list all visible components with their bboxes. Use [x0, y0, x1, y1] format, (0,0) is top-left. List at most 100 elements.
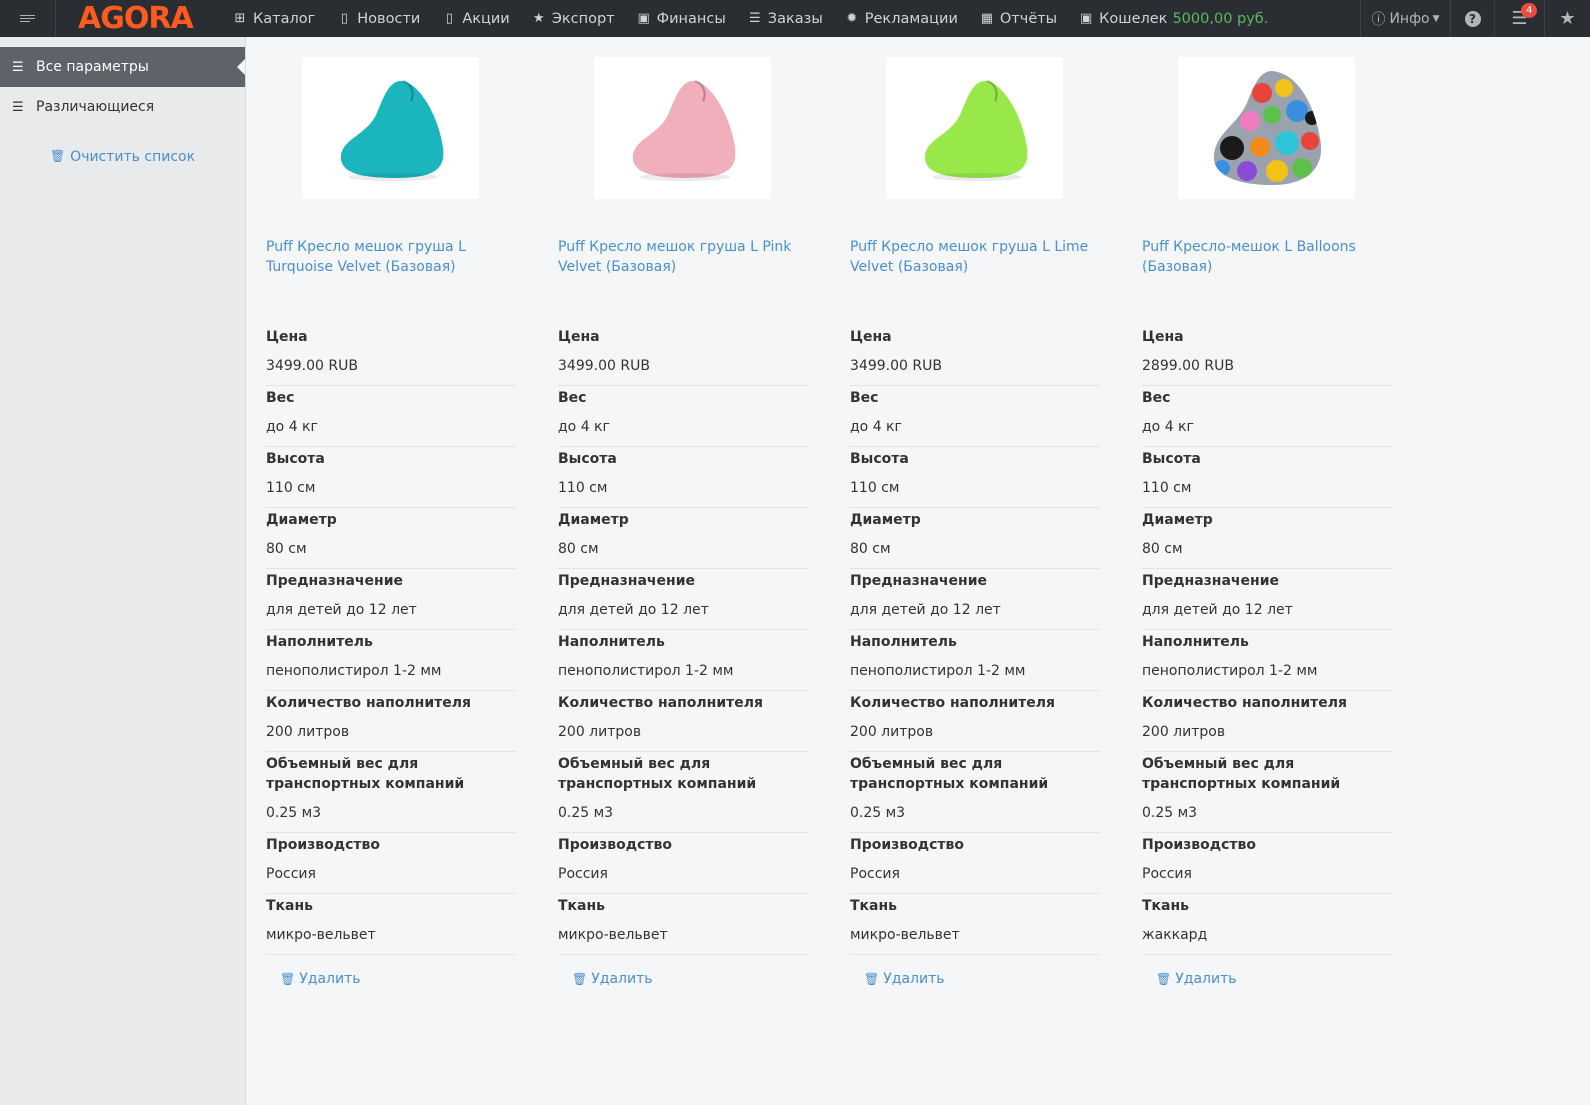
- param-value: 0.25 м3: [558, 805, 614, 821]
- delete-button[interactable]: 🗑 Удалить: [1142, 971, 1392, 987]
- nav-item-label: Новости: [357, 10, 421, 27]
- param-label: Цена: [1142, 329, 1184, 345]
- nav-item-orders[interactable]: ☰ Заказы: [737, 0, 834, 37]
- param-row: Объемный вес для транспортных компаний 0.…: [850, 752, 1100, 833]
- param-row: Цена 2899.00 RUB: [1142, 325, 1392, 386]
- param-label: Ткань: [850, 898, 898, 914]
- param-value: 0.25 м3: [850, 805, 906, 821]
- trash-icon: 🗑: [49, 149, 66, 163]
- tasks-button[interactable]: ☰ 4: [1494, 0, 1544, 37]
- param-value: пенополистирол 1-2 мм: [1142, 663, 1318, 679]
- product-image[interactable]: [594, 57, 771, 199]
- help-button[interactable]: ?: [1450, 0, 1494, 37]
- nav-item-news[interactable]: ▯ Новости: [326, 0, 431, 37]
- param-label: Цена: [850, 329, 892, 345]
- param-label: Высота: [850, 451, 909, 467]
- product-title-link[interactable]: Puff Кресло-мешок L Balloons (Базовая): [1142, 237, 1392, 277]
- sidebar-item-different[interactable]: ☰ Различающиеся: [0, 87, 245, 127]
- nav-item-wallet[interactable]: ▣ Кошелек 5000,00 руб.: [1068, 0, 1279, 37]
- param-label: Ткань: [266, 898, 314, 914]
- param-row: Диаметр 80 см: [1142, 508, 1392, 569]
- product-title-link[interactable]: Puff Кресло мешок груша L Pink Velvet (Б…: [558, 237, 808, 277]
- product-params: Цена 3499.00 RUB Вес до 4 кг Высота 110 см Диа…: [266, 325, 516, 987]
- list-icon: ☰: [748, 11, 761, 26]
- nav-item-claims[interactable]: ✹ Рекламации: [834, 0, 969, 37]
- param-row: Объемный вес для транспортных компаний 0.…: [558, 752, 808, 833]
- param-row: Производство Россия: [558, 833, 808, 894]
- param-label: Производство: [850, 837, 964, 853]
- delete-button[interactable]: 🗑 Удалить: [558, 971, 808, 987]
- nav-item-promotions[interactable]: ▯ Акции: [431, 0, 520, 37]
- delete-button[interactable]: 🗑 Удалить: [266, 971, 516, 987]
- param-label: Объемный вес для транспортных компаний: [558, 756, 757, 792]
- param-value: 3499.00 RUB: [266, 358, 358, 374]
- product-params: Цена 3499.00 RUB Вес до 4 кг Высота 110 см Диа…: [850, 325, 1100, 987]
- product-image[interactable]: [886, 57, 1063, 199]
- param-value: Россия: [850, 866, 900, 882]
- param-row: Ткань микро-вельвет: [266, 894, 516, 955]
- param-label: Цена: [558, 329, 600, 345]
- param-row: Производство Россия: [850, 833, 1100, 894]
- product-image[interactable]: [1178, 57, 1355, 199]
- star-icon: ★: [532, 11, 545, 26]
- param-label: Количество наполнителя: [558, 695, 763, 711]
- param-label: Производство: [1142, 837, 1256, 853]
- delete-button[interactable]: 🗑 Удалить: [850, 971, 1100, 987]
- nav-item-finance[interactable]: ▣ Финансы: [626, 0, 737, 37]
- param-label: Предназначение: [1142, 573, 1279, 589]
- star-icon: ★: [1559, 8, 1576, 29]
- param-label: Ткань: [1142, 898, 1190, 914]
- param-value: 2899.00 RUB: [1142, 358, 1234, 374]
- wallet-amount: 5000,00 руб.: [1172, 10, 1269, 27]
- param-row: Диаметр 80 см: [266, 508, 516, 569]
- param-label: Объемный вес для транспортных компаний: [850, 756, 1049, 792]
- nav-item-label: Каталог: [253, 10, 316, 27]
- param-row: Наполнитель пенополистирол 1-2 мм: [558, 630, 808, 691]
- param-label: Наполнитель: [1142, 634, 1249, 650]
- param-row: Ткань жаккард: [1142, 894, 1392, 955]
- param-label: Диаметр: [1142, 512, 1213, 528]
- info-icon: ⓘ: [1371, 11, 1386, 28]
- info-dropdown[interactable]: ⓘ Инфо ▼: [1360, 0, 1450, 37]
- list-icon: ☰: [12, 99, 24, 115]
- param-value: 110 см: [850, 480, 900, 496]
- delete-label: Удалить: [1175, 971, 1237, 987]
- logo[interactable]: AGORA: [78, 0, 204, 37]
- param-value: 3499.00 RUB: [558, 358, 650, 374]
- nav-item-export[interactable]: ★ Экспорт: [521, 0, 626, 37]
- nav-item-catalog[interactable]: ⊞ Каталог: [222, 0, 326, 37]
- hamburger-icon: [20, 13, 35, 24]
- param-label: Предназначение: [266, 573, 403, 589]
- param-label: Вес: [1142, 390, 1171, 406]
- info-label: Инфо: [1389, 10, 1430, 27]
- param-value: микро-вельвет: [850, 927, 960, 943]
- sidebar-item-all-params[interactable]: ☰ Все параметры: [0, 47, 245, 87]
- param-value: 80 см: [558, 541, 599, 557]
- param-value: 0.25 м3: [266, 805, 322, 821]
- param-row: Наполнитель пенополистирол 1-2 мм: [266, 630, 516, 691]
- param-value: Россия: [558, 866, 608, 882]
- param-label: Наполнитель: [850, 634, 957, 650]
- param-label: Объемный вес для транспортных компаний: [266, 756, 465, 792]
- param-label: Предназначение: [558, 573, 695, 589]
- param-value: для детей до 12 лет: [266, 602, 417, 618]
- menu-toggle-button[interactable]: [0, 0, 56, 37]
- table-icon: ▦: [980, 11, 994, 26]
- param-label: Высота: [266, 451, 325, 467]
- product-params: Цена 3499.00 RUB Вес до 4 кг Высота 110 см Диа…: [558, 325, 808, 987]
- param-label: Диаметр: [850, 512, 921, 528]
- trash-icon: 🗑: [280, 972, 296, 986]
- param-label: Ткань: [558, 898, 606, 914]
- logo-text: AGORA: [78, 0, 194, 36]
- param-value: для детей до 12 лет: [1142, 602, 1293, 618]
- param-label: Вес: [850, 390, 879, 406]
- param-value: Россия: [266, 866, 316, 882]
- favorites-button[interactable]: ★: [1544, 0, 1590, 37]
- product-title-link[interactable]: Puff Кресло мешок груша L Lime Velvet (Б…: [850, 237, 1100, 277]
- param-row: Вес до 4 кг: [266, 386, 516, 447]
- param-value: 3499.00 RUB: [850, 358, 942, 374]
- product-title-link[interactable]: Puff Кресло мешок груша L Turquoise Velv…: [266, 237, 516, 277]
- clear-list-link[interactable]: 🗑 Очистить список: [0, 149, 245, 165]
- product-image[interactable]: [302, 57, 479, 199]
- nav-item-reports[interactable]: ▦ Отчёты: [969, 0, 1068, 37]
